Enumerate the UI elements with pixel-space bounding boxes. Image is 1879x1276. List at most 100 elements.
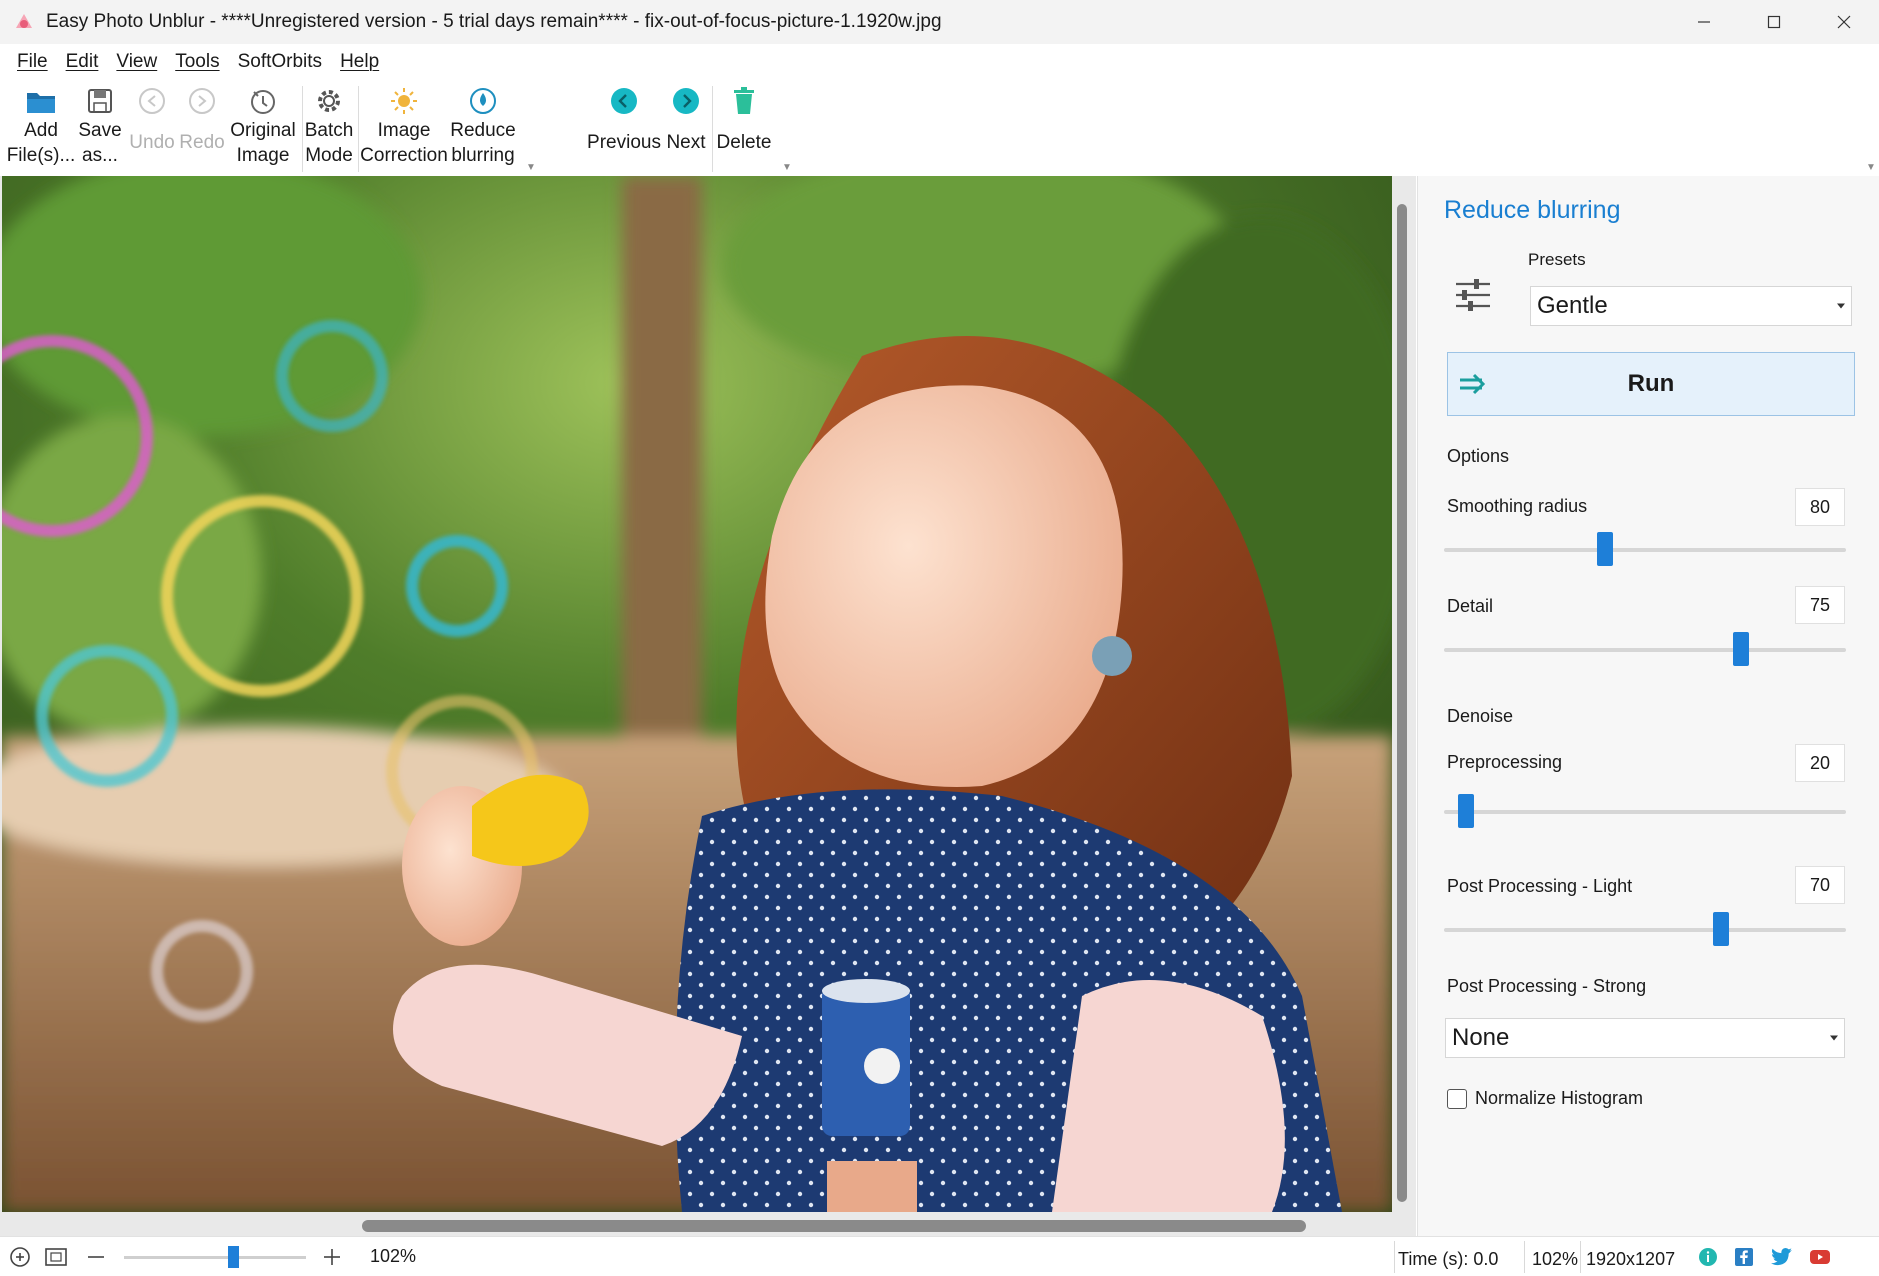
zoom-percent: 102% xyxy=(1532,1249,1579,1269)
zoom-magnifier-icon xyxy=(10,1247,30,1267)
redo-icon xyxy=(185,84,219,118)
info-icon xyxy=(1699,1248,1717,1266)
youtube-icon xyxy=(1810,1250,1830,1264)
toolbar-overflow-chevron-icon[interactable]: ▼ xyxy=(526,162,536,173)
post-light-value[interactable]: 70 xyxy=(1795,866,1845,904)
preprocessing-thumb[interactable] xyxy=(1458,794,1475,828)
close-icon xyxy=(1837,15,1851,29)
zoom-slider-thumb[interactable] xyxy=(228,1246,240,1268)
add-files-label: Add File(s)... xyxy=(6,120,76,166)
next-button[interactable]: Next xyxy=(664,80,708,174)
run-label: Run xyxy=(1627,370,1675,397)
arrow-right-circle-icon xyxy=(669,84,703,118)
actual-size-button[interactable] xyxy=(44,1245,68,1269)
add-files-button[interactable]: Add File(s)... xyxy=(7,80,75,174)
batch-mode-button[interactable]: Batch Mode xyxy=(304,80,354,174)
previous-label: Previous xyxy=(587,132,661,153)
menu-edit[interactable]: Edit xyxy=(57,51,108,73)
normalize-histogram-checkbox[interactable] xyxy=(1447,1088,1467,1109)
facebook-button[interactable] xyxy=(1732,1245,1756,1269)
zoom-slider[interactable] xyxy=(124,1246,306,1268)
redo-button[interactable]: Redo xyxy=(178,80,226,174)
detail-slider[interactable] xyxy=(1444,632,1846,666)
smoothing-radius-label: Smoothing radius xyxy=(1447,496,1588,516)
presets-value: Gentle xyxy=(1537,292,1608,319)
menu-help[interactable]: Help xyxy=(331,51,388,73)
title-bar: Easy Photo Unblur - ****Unregistered ver… xyxy=(0,0,1879,44)
folder-open-icon xyxy=(24,84,58,118)
status-bar: 102% Time (s): 0.0 102% 1920x1207 xyxy=(0,1236,1879,1276)
undo-label: Undo xyxy=(129,132,175,153)
reduce-blurring-button[interactable]: Reduce blurring xyxy=(448,80,518,174)
original-image-icon xyxy=(246,84,280,118)
zoom-fit-button[interactable] xyxy=(8,1245,32,1269)
save-disk-icon xyxy=(83,84,117,118)
preprocessing-value[interactable]: 20 xyxy=(1795,744,1845,782)
youtube-button[interactable] xyxy=(1808,1245,1832,1269)
arrow-left-circle-icon xyxy=(607,84,641,118)
droplet-icon xyxy=(466,84,500,118)
menu-file[interactable]: File xyxy=(8,51,57,73)
menu-softorbits[interactable]: SoftOrbits xyxy=(229,51,331,73)
image-correction-button[interactable]: Image Correction xyxy=(360,80,448,174)
run-button[interactable]: Run xyxy=(1447,352,1855,416)
toolbar-separator xyxy=(302,86,303,172)
menu-view[interactable]: View xyxy=(107,51,166,73)
menu-bar: File Edit View Tools SoftOrbits Help xyxy=(0,46,388,78)
post-strong-value: None xyxy=(1452,1024,1510,1051)
image-viewport[interactable] xyxy=(0,176,1416,1236)
previous-button[interactable]: Previous xyxy=(587,80,661,174)
horizontal-scrollbar[interactable] xyxy=(362,1220,1306,1232)
detail-thumb[interactable] xyxy=(1733,632,1750,666)
zoom-in-button[interactable] xyxy=(320,1245,344,1269)
close-button[interactable] xyxy=(1809,0,1879,44)
status-separator xyxy=(1524,1241,1525,1273)
normalize-histogram-row[interactable]: Normalize Histogram xyxy=(1447,1088,1643,1109)
smoothing-radius-slider[interactable] xyxy=(1444,532,1846,566)
presets-label: Presets xyxy=(1528,250,1586,269)
undo-icon xyxy=(135,84,169,118)
reduce-blurring-label: Reduce blurring xyxy=(450,120,516,166)
post-strong-dropdown[interactable]: None xyxy=(1445,1018,1845,1058)
trash-icon xyxy=(727,84,761,118)
delete-button[interactable]: Delete xyxy=(716,80,772,174)
preprocessing-slider[interactable] xyxy=(1444,794,1846,828)
image-dimensions: 1920x1207 xyxy=(1586,1249,1676,1269)
status-separator xyxy=(1580,1241,1581,1273)
settings-panel: Reduce blurring Presets Gentle Run Optio… xyxy=(1417,176,1879,1236)
menu-tools[interactable]: Tools xyxy=(166,51,228,73)
smoothing-radius-value[interactable]: 80 xyxy=(1795,488,1845,526)
window-title: Easy Photo Unblur - ****Unregistered ver… xyxy=(46,11,942,32)
minimize-icon xyxy=(1698,21,1710,23)
options-heading: Options xyxy=(1447,446,1510,466)
facebook-icon xyxy=(1735,1248,1753,1266)
save-as-label: Save as... xyxy=(78,120,122,166)
undo-button[interactable]: Undo xyxy=(128,80,176,174)
post-light-thumb[interactable] xyxy=(1713,912,1730,946)
maximize-button[interactable] xyxy=(1739,0,1809,44)
denoise-heading: Denoise xyxy=(1447,706,1514,726)
gear-icon xyxy=(312,84,346,118)
detail-value[interactable]: 75 xyxy=(1795,586,1845,624)
presets-dropdown[interactable]: Gentle xyxy=(1530,286,1852,326)
post-light-label: Post Processing - Light xyxy=(1447,876,1633,896)
plus-icon xyxy=(324,1249,340,1265)
processing-time: Time (s): 0.0 xyxy=(1398,1249,1499,1269)
original-image-button[interactable]: Original Image xyxy=(228,80,298,174)
photo-preview[interactable] xyxy=(2,176,1392,1212)
twitter-button[interactable] xyxy=(1770,1245,1794,1269)
zoom-out-button[interactable] xyxy=(84,1245,108,1269)
post-light-slider[interactable] xyxy=(1444,912,1846,946)
panel-title: Reduce blurring xyxy=(1444,196,1621,224)
save-as-button[interactable]: Save as... xyxy=(74,80,126,174)
toolbar-overflow-chevron-icon[interactable]: ▼ xyxy=(782,162,792,173)
toolbar: Add File(s)... Save as... Undo Redo Orig… xyxy=(0,80,1879,174)
status-separator xyxy=(1394,1241,1395,1273)
toolbar-separator xyxy=(358,86,359,172)
smoothing-radius-thumb[interactable] xyxy=(1596,532,1613,566)
arrow-right-icon xyxy=(1460,373,1486,395)
minimize-button[interactable] xyxy=(1669,0,1739,44)
info-button[interactable] xyxy=(1696,1245,1720,1269)
toolbar-overflow-chevron-icon[interactable]: ▼ xyxy=(1866,162,1876,173)
vertical-scrollbar[interactable] xyxy=(1397,204,1407,1202)
